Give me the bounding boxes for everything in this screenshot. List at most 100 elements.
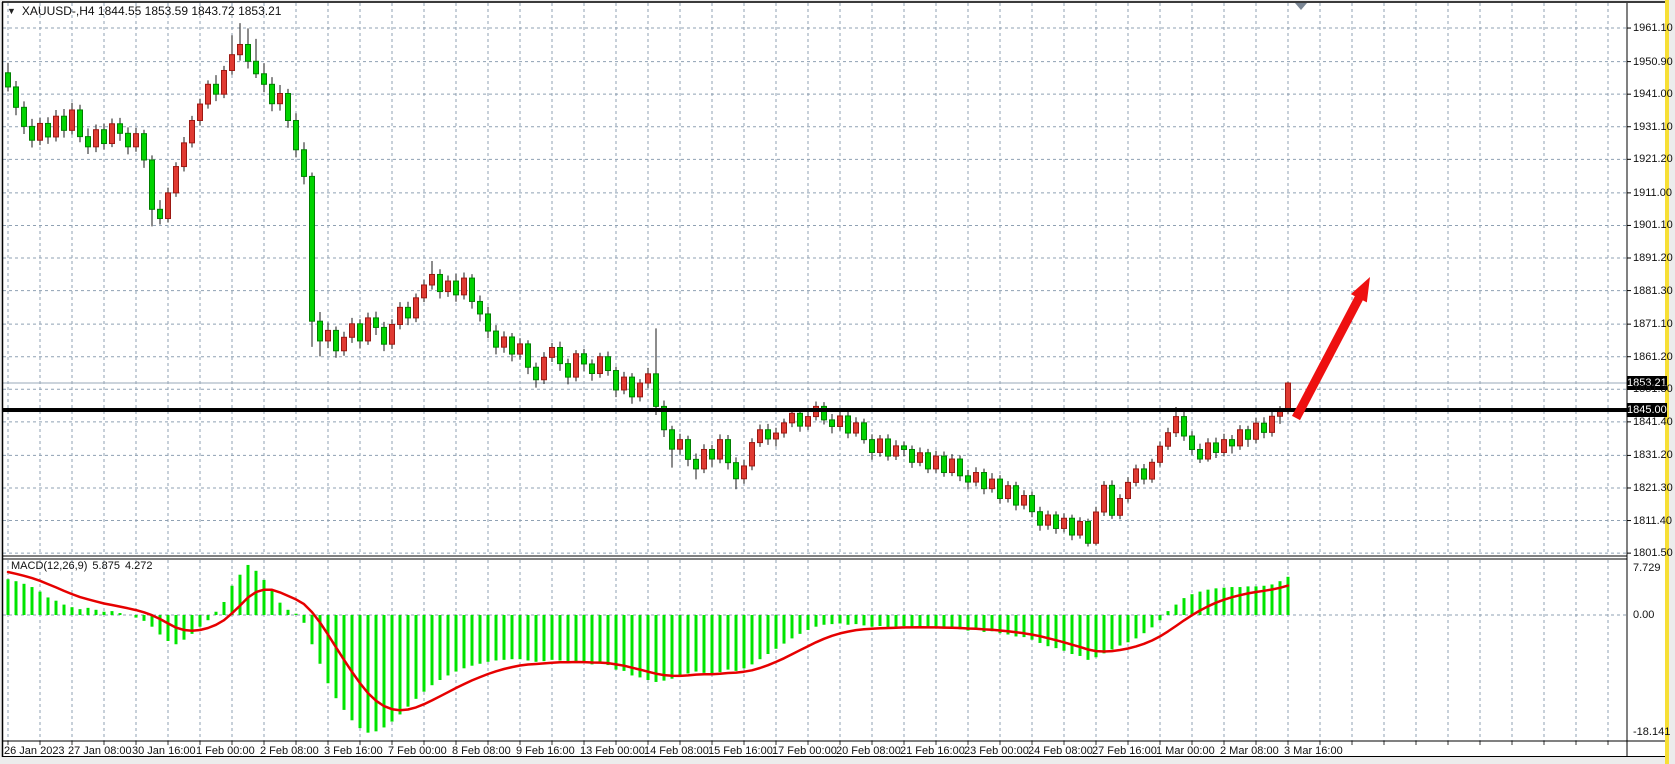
time-axis-label: 20 Feb 08:00 bbox=[836, 745, 901, 757]
price-tick-label: 1931.10 bbox=[1633, 121, 1673, 133]
candle-body bbox=[310, 176, 315, 321]
macd-histogram-bar bbox=[31, 587, 34, 615]
candle-body bbox=[1230, 440, 1235, 446]
macd-histogram-bar bbox=[559, 615, 562, 661]
macd-histogram-bar bbox=[831, 615, 834, 624]
macd-histogram-bar bbox=[575, 615, 578, 661]
macd-indicator-label: MACD(12,26,9)5.8754.272 bbox=[11, 560, 157, 572]
candle-body bbox=[734, 463, 739, 479]
macd-histogram-bar bbox=[1183, 598, 1186, 615]
macd-histogram-bar bbox=[799, 615, 802, 634]
candle-body bbox=[494, 331, 499, 347]
candle-body bbox=[526, 344, 531, 367]
candle-body bbox=[630, 377, 635, 397]
macd-histogram-bar bbox=[1175, 605, 1178, 615]
macd-histogram-bar bbox=[71, 607, 74, 615]
candle-body bbox=[902, 446, 907, 450]
macd-histogram-bar bbox=[879, 615, 882, 626]
macd-histogram-bar bbox=[895, 615, 898, 627]
candle-body bbox=[206, 84, 211, 104]
price-chart-canvas[interactable] bbox=[0, 0, 1675, 764]
macd-histogram-bar bbox=[207, 615, 210, 620]
candle-body bbox=[366, 318, 371, 341]
candle-body bbox=[38, 123, 43, 140]
candle-body bbox=[70, 110, 75, 130]
macd-histogram-bar bbox=[1231, 587, 1234, 615]
candle-body bbox=[750, 443, 755, 466]
time-axis-label: 24 Feb 08:00 bbox=[1028, 745, 1093, 757]
candle-body bbox=[702, 449, 707, 468]
macd-histogram-bar bbox=[591, 615, 594, 664]
time-axis-label: 27 Jan 08:00 bbox=[68, 745, 132, 757]
candle-body bbox=[806, 417, 811, 427]
macd-histogram-bar bbox=[1039, 615, 1042, 643]
macd-histogram-bar bbox=[423, 615, 426, 692]
candle-body bbox=[1222, 440, 1227, 453]
candle-body bbox=[1022, 496, 1027, 506]
macd-histogram-bar bbox=[535, 615, 538, 662]
candle-body bbox=[774, 433, 779, 439]
macd-name: MACD(12,26,9) bbox=[11, 560, 87, 572]
candle-body bbox=[94, 130, 99, 147]
candle-body bbox=[1046, 515, 1051, 525]
candle-body bbox=[110, 124, 115, 144]
macd-histogram-bar bbox=[1159, 615, 1162, 620]
candle-body bbox=[726, 440, 731, 463]
macd-histogram-bar bbox=[287, 610, 290, 615]
macd-histogram-bar bbox=[135, 615, 138, 618]
candle-body bbox=[1086, 522, 1091, 544]
macd-histogram-bar bbox=[55, 601, 58, 615]
macd-histogram-bar bbox=[655, 615, 658, 682]
candle-body bbox=[918, 453, 923, 463]
macd-histogram-bar bbox=[871, 615, 874, 627]
macd-histogram-bar bbox=[63, 605, 66, 615]
candle-body bbox=[1094, 512, 1099, 543]
time-axis-label: 17 Feb 00:00 bbox=[772, 745, 837, 757]
candle-body bbox=[926, 453, 931, 469]
macd-histogram-bar bbox=[511, 615, 514, 659]
macd-histogram-bar bbox=[375, 615, 378, 731]
candle-body bbox=[270, 84, 275, 103]
candle-body bbox=[118, 124, 123, 134]
candle-body bbox=[950, 459, 955, 472]
macd-histogram-bar bbox=[439, 615, 442, 680]
macd-histogram-bar bbox=[1111, 615, 1114, 649]
candle-body bbox=[150, 160, 155, 209]
macd-histogram-bar bbox=[599, 615, 602, 663]
symbol-dropdown-icon[interactable]: ▼ bbox=[7, 6, 16, 16]
macd-histogram-bar bbox=[271, 590, 274, 615]
candle-body bbox=[1246, 430, 1251, 440]
candle-body bbox=[478, 301, 483, 314]
macd-histogram-bar bbox=[239, 575, 242, 615]
macd-histogram-bar bbox=[1151, 615, 1154, 627]
candle-body bbox=[590, 364, 595, 374]
candle-body bbox=[1054, 515, 1059, 528]
candle-body bbox=[422, 285, 427, 298]
candle-body bbox=[390, 324, 395, 344]
macd-histogram-bar bbox=[927, 615, 930, 628]
time-axis-label: 2 Feb 08:00 bbox=[260, 745, 319, 757]
price-tick-label: 1871.10 bbox=[1633, 318, 1673, 330]
macd-histogram-bar bbox=[87, 608, 90, 615]
candle-body bbox=[1238, 430, 1243, 446]
candle-body bbox=[510, 337, 515, 354]
candle-body bbox=[1014, 486, 1019, 505]
candle-body bbox=[598, 357, 603, 374]
macd-histogram-bar bbox=[687, 615, 690, 674]
candle-body bbox=[318, 321, 323, 341]
candle-body bbox=[254, 61, 259, 74]
macd-histogram-bar bbox=[1127, 615, 1130, 642]
candle-body bbox=[862, 423, 867, 440]
macd-histogram-bar bbox=[839, 615, 842, 623]
candle-body bbox=[62, 116, 67, 130]
macd-histogram-bar bbox=[39, 592, 42, 615]
candle-body bbox=[534, 367, 539, 380]
macd-histogram-bar bbox=[199, 615, 202, 627]
horizontal-line-1845[interactable] bbox=[3, 408, 1627, 412]
candle-body bbox=[374, 318, 379, 328]
candle-body bbox=[1206, 443, 1211, 459]
candle-body bbox=[6, 73, 11, 87]
macd-histogram-bar bbox=[887, 615, 890, 627]
candle-body bbox=[262, 74, 267, 85]
time-axis-label: 14 Feb 08:00 bbox=[644, 745, 709, 757]
